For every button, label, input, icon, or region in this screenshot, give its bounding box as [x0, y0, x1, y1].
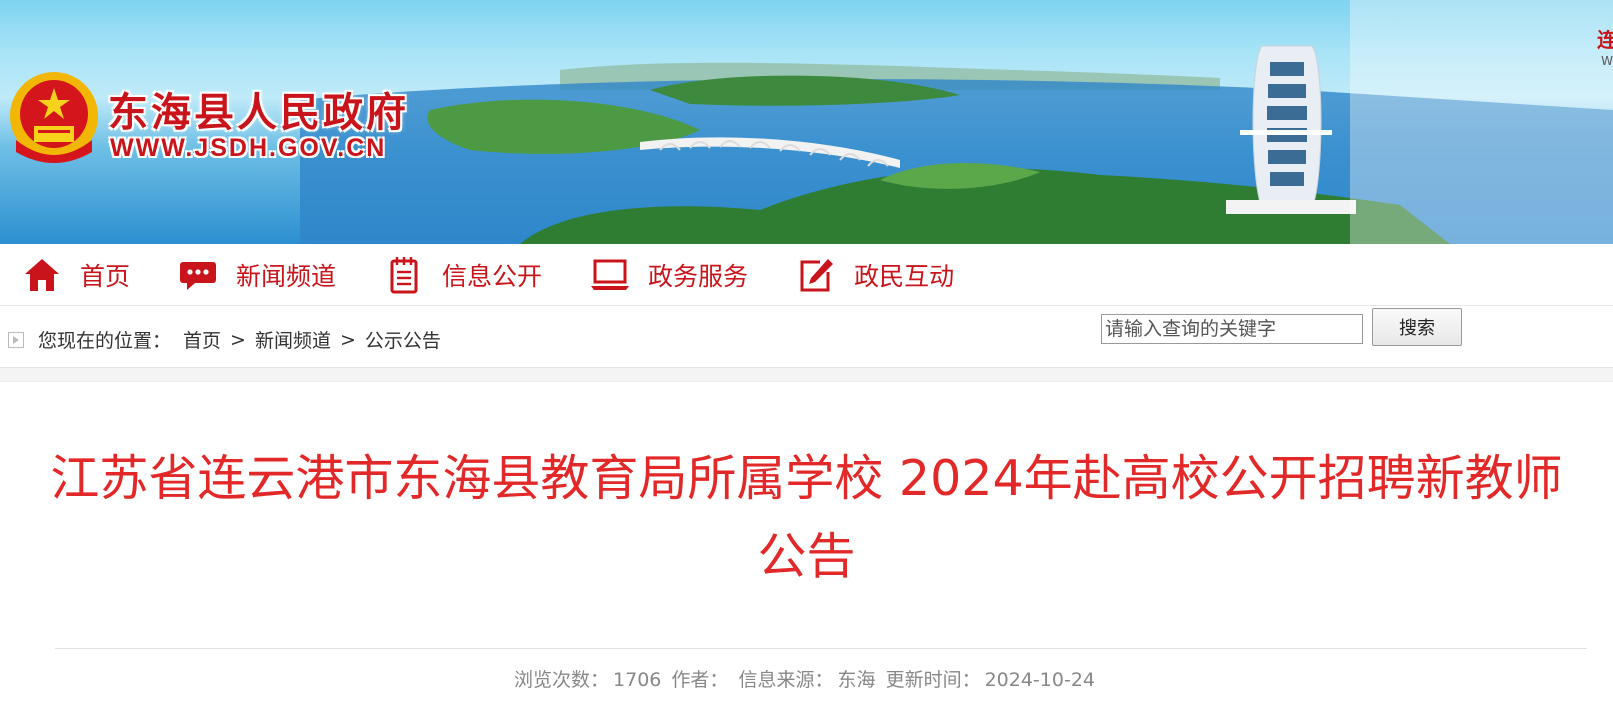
notepad-icon	[384, 255, 424, 295]
site-title: 东海县人民政府	[108, 89, 409, 136]
main-nav: 首页 新闻频道 信息公开 政务服务 政民互动	[0, 244, 1613, 306]
nav-item-label: 信息公开	[442, 261, 543, 291]
author-label: 作者：	[671, 669, 729, 691]
source-label: 信息来源：	[738, 669, 834, 691]
nav-item-interaction[interactable]: 政民互动	[796, 255, 954, 295]
meta-divider	[55, 648, 1587, 649]
source-value: 东海	[837, 669, 876, 691]
breadcrumb-separator: >	[339, 328, 356, 351]
breadcrumb: 您现在的位置： 首页 > 新闻频道 > 公示公告	[8, 326, 441, 353]
arrow-right-icon	[8, 331, 24, 348]
updated-label: 更新时间：	[885, 669, 981, 691]
breadcrumb-bar: 您现在的位置： 首页 > 新闻频道 > 公示公告 搜索	[0, 306, 1613, 368]
views-label: 浏览次数：	[514, 669, 610, 691]
nav-item-label: 政务服务	[648, 261, 749, 291]
nav-item-info-disclosure[interactable]: 信息公开	[384, 255, 542, 295]
header-banner: 东海县人民政府 WWW.JSDH.GOV.CN 连 W	[0, 0, 1613, 244]
chat-bubble-icon	[178, 255, 218, 295]
breadcrumb-prefix: 您现在的位置：	[38, 330, 172, 352]
breadcrumb-link-notices[interactable]: 公示公告	[365, 326, 441, 353]
site-url: WWW.JSDH.GOV.CN	[110, 134, 387, 162]
breadcrumb-separator: >	[230, 328, 246, 351]
laptop-icon	[590, 255, 630, 295]
article-title: 江苏省连云港市东海县教育局所属学校 2024年赴高校公开招聘新教师公告	[50, 450, 1563, 585]
updated-date: 2024-10-24	[984, 669, 1095, 691]
national-emblem-icon	[10, 72, 98, 163]
breadcrumb-link-news[interactable]: 新闻频道	[255, 326, 331, 353]
banner-corner-text: 连	[1597, 28, 1613, 52]
edit-icon	[796, 255, 836, 295]
nav-item-label: 政民互动	[854, 261, 955, 291]
nav-item-label: 新闻频道	[236, 261, 337, 291]
nav-item-home[interactable]: 首页	[22, 255, 130, 295]
nav-item-gov-services[interactable]: 政务服务	[590, 255, 748, 295]
search-button[interactable]: 搜索	[1372, 308, 1462, 346]
article-meta: 浏览次数： 1706 作者： 信息来源： 东海 更新时间： 2024-10-24	[0, 665, 1613, 692]
nav-item-label: 首页	[80, 261, 131, 291]
divider-band	[0, 368, 1613, 382]
banner-corner-subtext: W	[1601, 54, 1613, 68]
search-input[interactable]	[1101, 314, 1363, 344]
nav-item-news[interactable]: 新闻频道	[178, 255, 336, 295]
home-icon	[22, 255, 62, 295]
breadcrumb-link-home[interactable]: 首页	[183, 326, 221, 353]
views-count: 1706	[613, 669, 662, 691]
